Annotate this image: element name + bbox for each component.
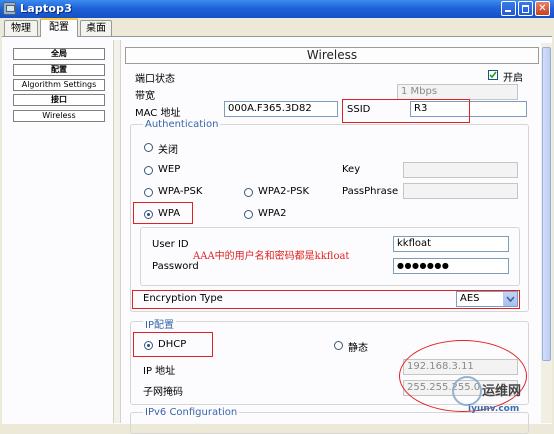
maximize-button[interactable] [518, 1, 533, 16]
close-button[interactable]: ✕ [535, 1, 550, 16]
watermark-logo: 运维网 iyunv.com [452, 376, 552, 420]
annotation-note: AAA中的用户名和密码都是kkfloat [193, 251, 350, 262]
window-title: Laptop3 [20, 2, 73, 15]
ip-address-label: IP 地址 [143, 366, 176, 377]
nav-algorithm-settings[interactable]: Algorithm Settings [13, 79, 105, 91]
vertical-scrollbar[interactable] [541, 43, 552, 423]
static-radio[interactable] [334, 341, 343, 350]
encryption-type-select[interactable]: AES [456, 291, 518, 307]
dhcp-label: DHCP [158, 339, 187, 350]
minimize-button[interactable] [501, 1, 516, 16]
watermark-domain: iyunv.com [468, 404, 520, 414]
auth-wep-label: WEP [158, 164, 181, 175]
tab-config[interactable]: 配置 [40, 18, 78, 37]
checkmark-icon [489, 71, 497, 79]
password-field[interactable]: ●●●●●●● [393, 258, 509, 274]
watermark-circle-icon [452, 376, 482, 406]
key-label: Key [342, 164, 361, 175]
encryption-type-label: Encryption Type [143, 293, 223, 304]
encryption-type-value: AES [460, 293, 480, 304]
auth-wpa2-radio[interactable] [244, 210, 253, 219]
port-on-checkbox[interactable] [488, 70, 498, 80]
tab-desktop[interactable]: 桌面 [80, 20, 112, 36]
passphrase-label: PassPhrase [342, 186, 399, 197]
laptop-icon [3, 2, 16, 15]
ssid-field[interactable]: R3 [410, 101, 527, 117]
nav-interface[interactable]: 接口 [13, 94, 105, 106]
port-status-label: 端口状态 [135, 74, 175, 85]
scrollbar-thumb[interactable] [542, 47, 551, 361]
auth-wpa-label: WPA [158, 208, 181, 219]
nav-wireless[interactable]: Wireless [13, 110, 105, 122]
tab-physical[interactable]: 物理 [4, 20, 38, 36]
key-field [403, 162, 518, 178]
mac-label: MAC 地址 [135, 108, 181, 119]
ssid-label: SSID [347, 104, 371, 115]
title-bar[interactable]: Laptop3 ✕ [0, 0, 554, 18]
auth-wpa2-psk-label: WPA2-PSK [258, 186, 310, 197]
ip-address-field: 192.168.3.11 [403, 359, 518, 375]
mac-address-field[interactable]: 000A.F365.3D82 [224, 101, 338, 117]
bandwidth-field: 1 Mbps [397, 84, 518, 100]
user-id-field[interactable]: kkfloat [393, 236, 509, 252]
auth-wpa2-psk-radio[interactable] [244, 188, 253, 197]
watermark-brand: 运维网 [482, 384, 522, 399]
auth-wep-radio[interactable] [144, 166, 153, 175]
port-on-label: 开启 [503, 73, 523, 84]
panel-splitter[interactable] [113, 40, 121, 423]
user-id-label: User ID [152, 239, 189, 250]
static-label: 静态 [348, 343, 368, 354]
chevron-down-icon[interactable] [503, 292, 517, 306]
ipv6-title: IPv6 Configuration [143, 407, 240, 418]
bandwidth-label: 带宽 [135, 91, 155, 102]
auth-off-label: 关闭 [158, 145, 178, 156]
dhcp-radio[interactable] [144, 341, 153, 350]
auth-wpa2-label: WPA2 [258, 208, 287, 219]
panel-heading: Wireless [125, 47, 539, 64]
subnet-mask-label: 子网掩码 [143, 387, 183, 398]
password-label: Password [152, 261, 199, 272]
authentication-title: Authentication [143, 119, 221, 130]
close-icon: ✕ [538, 3, 547, 14]
nav-global[interactable]: 全局 [13, 48, 105, 60]
ip-config-title: IP配置 [143, 316, 176, 331]
auth-off-radio[interactable] [144, 143, 153, 152]
auth-wpa-radio[interactable] [144, 210, 153, 219]
passphrase-field [403, 183, 518, 199]
auth-wpa-psk-radio[interactable] [144, 188, 153, 197]
nav-settings[interactable]: 配置 [13, 64, 105, 76]
auth-wpa-psk-label: WPA-PSK [158, 186, 203, 197]
